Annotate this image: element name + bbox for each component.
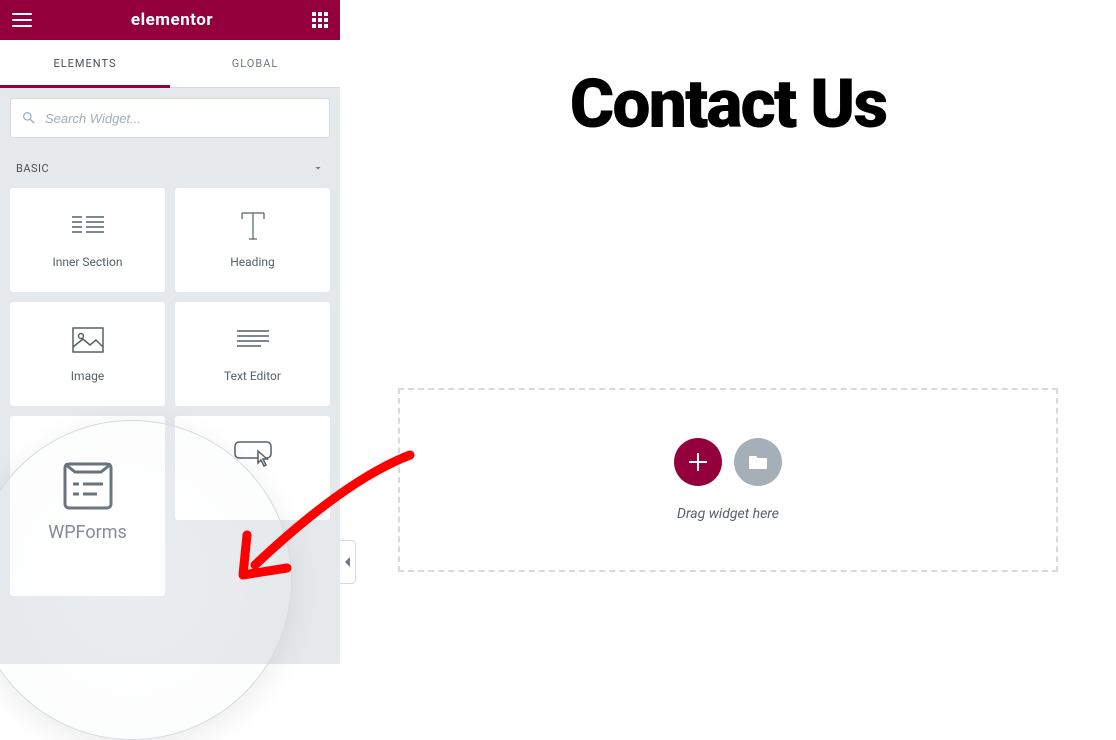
section-basic-header[interactable]: BASIC [0, 148, 340, 188]
widget-image[interactable]: Image [10, 302, 165, 406]
tab-global[interactable]: GLOBAL [170, 40, 340, 87]
chevron-left-icon [344, 557, 352, 567]
drop-zone-text: Drag widget here [677, 506, 779, 522]
widget-inner-section[interactable]: Inner Section [10, 188, 165, 292]
menu-icon[interactable] [12, 13, 32, 27]
widget-text-editor[interactable]: Text Editor [175, 302, 330, 406]
widget-label: Inner Section [52, 255, 122, 269]
wpforms-icon [61, 470, 115, 500]
apps-grid-icon[interactable] [312, 12, 328, 28]
brand-logo: elementor [131, 10, 213, 30]
panel-tabs: ELEMENTS GLOBAL [0, 40, 340, 88]
panel-collapse-handle[interactable] [340, 540, 356, 584]
drop-actions [674, 438, 782, 486]
elementor-panel: elementor ELEMENTS GLOBAL BASIC Inner Se… [0, 0, 340, 664]
search-input[interactable] [45, 111, 319, 126]
heading-icon [238, 211, 268, 241]
image-icon [72, 325, 104, 355]
tab-elements[interactable]: ELEMENTS [0, 40, 170, 87]
widget-label: WPForms [48, 522, 127, 543]
page-title: Contact Us [340, 0, 1116, 144]
section-basic-title: BASIC [16, 162, 49, 175]
widget-button[interactable]: Button [175, 416, 330, 520]
widget-grid: Inner Section Heading Image [0, 188, 340, 606]
widget-label: Text Editor [224, 369, 281, 383]
drop-zone[interactable]: Drag widget here [398, 388, 1058, 572]
template-library-button[interactable] [734, 438, 782, 486]
text-editor-icon [237, 325, 269, 355]
widget-label: Heading [230, 255, 275, 269]
chevron-down-icon [312, 162, 324, 174]
button-icon [234, 439, 272, 469]
widget-heading[interactable]: Heading [175, 188, 330, 292]
widget-label: Image [71, 369, 104, 383]
editor-canvas: Contact Us Drag widget here [340, 0, 1116, 664]
inner-section-icon [72, 211, 104, 241]
widget-wpforms[interactable]: WPForms [10, 416, 165, 596]
search-icon [21, 110, 37, 126]
plus-icon [689, 453, 707, 471]
folder-icon [749, 454, 767, 470]
search-container [0, 88, 340, 148]
panel-header: elementor [0, 0, 340, 40]
search-box[interactable] [10, 98, 330, 138]
add-section-button[interactable] [674, 438, 722, 486]
